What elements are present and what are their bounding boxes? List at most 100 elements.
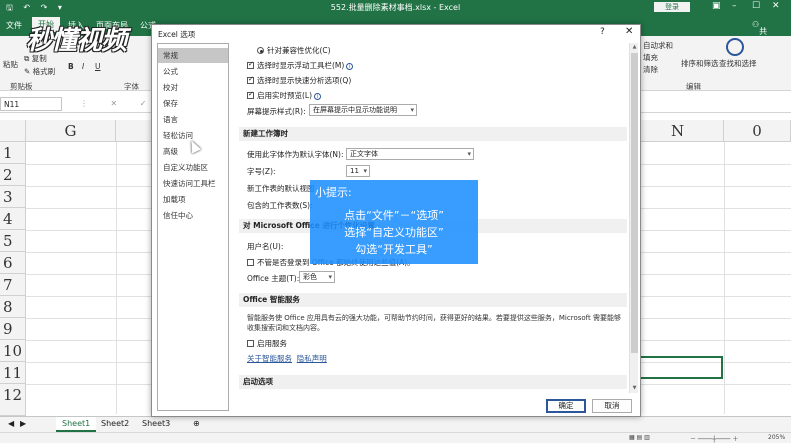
editing-group-label: 编辑 xyxy=(686,82,701,91)
find-select-button[interactable]: 查找和选择 xyxy=(719,58,757,69)
column-header-n[interactable]: N xyxy=(632,120,724,142)
scroll-thumb[interactable] xyxy=(631,53,638,353)
live-preview-checkbox[interactable] xyxy=(247,90,254,99)
dialog-title: Excel 选项 xyxy=(158,30,196,39)
mini-toolbar-option[interactable]: 选择时显示浮动工具栏(M)i xyxy=(247,60,354,71)
name-box[interactable]: N11 xyxy=(0,97,62,111)
nav-add-ins[interactable]: 加载项 xyxy=(158,192,228,207)
about-intelligent-services-link[interactable]: 关于智能服务 xyxy=(247,354,292,363)
grid-column-line xyxy=(116,142,117,414)
close-icon[interactable]: ✕ xyxy=(772,1,780,11)
quick-analysis-checkbox[interactable] xyxy=(247,75,254,84)
grid-column-line xyxy=(724,142,725,414)
sheet-count-label: 包含的工作表数(S): xyxy=(247,201,313,210)
row-header-7[interactable]: 7 xyxy=(0,274,26,296)
row-header-8[interactable]: 8 xyxy=(0,296,26,318)
theme-label: Office 主题(T): xyxy=(247,274,300,283)
minimize-icon[interactable]: – xyxy=(732,1,737,11)
row-header-5[interactable]: 5 xyxy=(0,230,26,252)
mini-toolbar-checkbox[interactable] xyxy=(247,60,254,69)
sheet-tab-1[interactable]: Sheet1 xyxy=(56,417,97,432)
scroll-up-icon[interactable]: ▲ xyxy=(630,44,639,50)
sheet-nav-prev[interactable]: ◀ xyxy=(8,419,14,428)
ok-button[interactable]: 确定 xyxy=(546,399,586,413)
compat-label: 针对兼容性优化(C) xyxy=(267,46,331,55)
scroll-down-icon[interactable]: ▼ xyxy=(630,385,639,391)
paste-button[interactable]: 粘贴 xyxy=(3,59,18,70)
nav-general[interactable]: 常规 xyxy=(158,48,228,63)
row-header-6[interactable]: 6 xyxy=(0,252,26,274)
default-font-label: 使用此字体作为默认字体(N): xyxy=(247,150,344,159)
share-button[interactable]: ⚇ 共享 xyxy=(752,20,767,47)
row-header-10[interactable]: 10 xyxy=(0,340,26,362)
add-sheet-icon[interactable]: ⊕ xyxy=(193,419,200,428)
nav-formulas[interactable]: 公式 xyxy=(158,64,228,79)
ribbon-display-icon[interactable]: ▣ xyxy=(712,1,721,11)
nav-quick-access-toolbar[interactable]: 快速访问工具栏 xyxy=(158,176,228,191)
clear-button[interactable]: 清除 xyxy=(643,64,658,75)
nav-proofing[interactable]: 校对 xyxy=(158,80,228,95)
compat-radio[interactable] xyxy=(257,47,264,54)
maximize-icon[interactable]: ☐ xyxy=(752,1,760,11)
privacy-statement-link[interactable]: 隐私声明 xyxy=(297,354,327,363)
clipboard-group-label: 剪贴板 xyxy=(10,82,33,91)
nav-language[interactable]: 语言 xyxy=(158,112,228,127)
row-header-1[interactable]: 1 xyxy=(0,142,26,164)
tip-overlay: 小提示: 点击“文件”－“选项” 选择“自定义功能区” 勾选“开发工具” xyxy=(310,180,478,264)
underline-button[interactable]: U xyxy=(95,62,101,71)
info-icon: i xyxy=(314,93,322,100)
tab-file[interactable]: 文件 xyxy=(6,20,22,31)
zoom-level: 205% xyxy=(768,434,786,441)
compat-option[interactable]: 针对兼容性优化(C) xyxy=(257,45,331,56)
row-header-3[interactable]: 3 xyxy=(0,186,26,208)
selected-cell-n11[interactable] xyxy=(632,356,723,379)
quick-analysis-option[interactable]: 选择时显示快速分析选项(Q) xyxy=(247,75,351,86)
new-workbook-section: 新建工作簿时 xyxy=(239,127,627,141)
enable-services-label: 启用服务 xyxy=(257,339,287,348)
options-scrollbar[interactable]: ▲ ▼ xyxy=(629,43,638,393)
italic-button[interactable]: I xyxy=(82,62,84,71)
tip-line-3: 勾选“开发工具” xyxy=(355,243,433,256)
row-header-4[interactable]: 4 xyxy=(0,208,26,230)
cancel-button[interactable]: 取消 xyxy=(592,399,632,413)
enable-services-checkbox[interactable] xyxy=(247,340,254,347)
autosum-button[interactable]: 自动求和 xyxy=(643,40,673,51)
row-header-11[interactable]: 11 xyxy=(0,362,26,384)
sort-filter-button[interactable]: 排序和筛选 xyxy=(681,58,719,69)
column-header-o[interactable]: 0 xyxy=(724,120,791,142)
enable-services-option[interactable]: 启用服务 xyxy=(247,338,287,349)
row-header-12[interactable]: 12 xyxy=(0,384,26,416)
nav-trust-center[interactable]: 信任中心 xyxy=(158,208,228,223)
live-preview-option[interactable]: 启用实时预览(L)i xyxy=(247,90,322,101)
nav-save[interactable]: 保存 xyxy=(158,96,228,111)
format-painter-button[interactable]: ✎ 格式刷 xyxy=(24,66,55,77)
zoom-slider[interactable]: － ────┼──── ＋ xyxy=(690,434,738,443)
intelligent-services-section: Office 智能服务 xyxy=(239,293,627,307)
username-label: 用户名(U): xyxy=(247,242,284,251)
row-header-9[interactable]: 9 xyxy=(0,318,26,340)
column-header[interactable] xyxy=(116,120,152,142)
sheet-nav-next[interactable]: ▶ xyxy=(20,419,26,428)
always-use-checkbox[interactable] xyxy=(247,259,254,266)
fill-button[interactable]: 填充 xyxy=(643,52,658,63)
sheet-tab-2[interactable]: Sheet2 xyxy=(101,419,129,428)
view-buttons[interactable]: ▦ ▤ ▥ xyxy=(629,434,650,441)
login-button[interactable]: 登录 xyxy=(654,2,690,12)
select-all-corner[interactable] xyxy=(0,120,26,142)
info-icon: i xyxy=(346,63,354,70)
nav-customize-ribbon[interactable]: 自定义功能区 xyxy=(158,160,228,175)
screentip-select[interactable]: 在屏幕提示中显示功能说明 xyxy=(309,104,417,116)
font-size-select[interactable]: 11 xyxy=(346,165,370,177)
dialog-close-icon[interactable]: ✕ xyxy=(625,26,633,37)
options-nav: 常规 公式 校对 保存 语言 轻松访问 高级 自定义功能区 快速访问工具栏 加载… xyxy=(157,43,229,411)
quick-analysis-label: 选择时显示快速分析选项(Q) xyxy=(257,76,352,85)
status-bar: ▦ ▤ ▥ － ────┼──── ＋ 205% xyxy=(0,432,791,443)
find-select-icon[interactable] xyxy=(726,38,744,56)
column-header-g[interactable]: G xyxy=(26,120,116,142)
help-icon[interactable]: ? xyxy=(600,27,605,37)
bold-button[interactable]: B xyxy=(68,62,74,71)
sheet-tab-3[interactable]: Sheet3 xyxy=(142,419,170,428)
row-header-2[interactable]: 2 xyxy=(0,164,26,186)
theme-select[interactable]: 彩色 xyxy=(299,271,335,283)
default-font-select[interactable]: 正文字体 xyxy=(346,148,474,160)
